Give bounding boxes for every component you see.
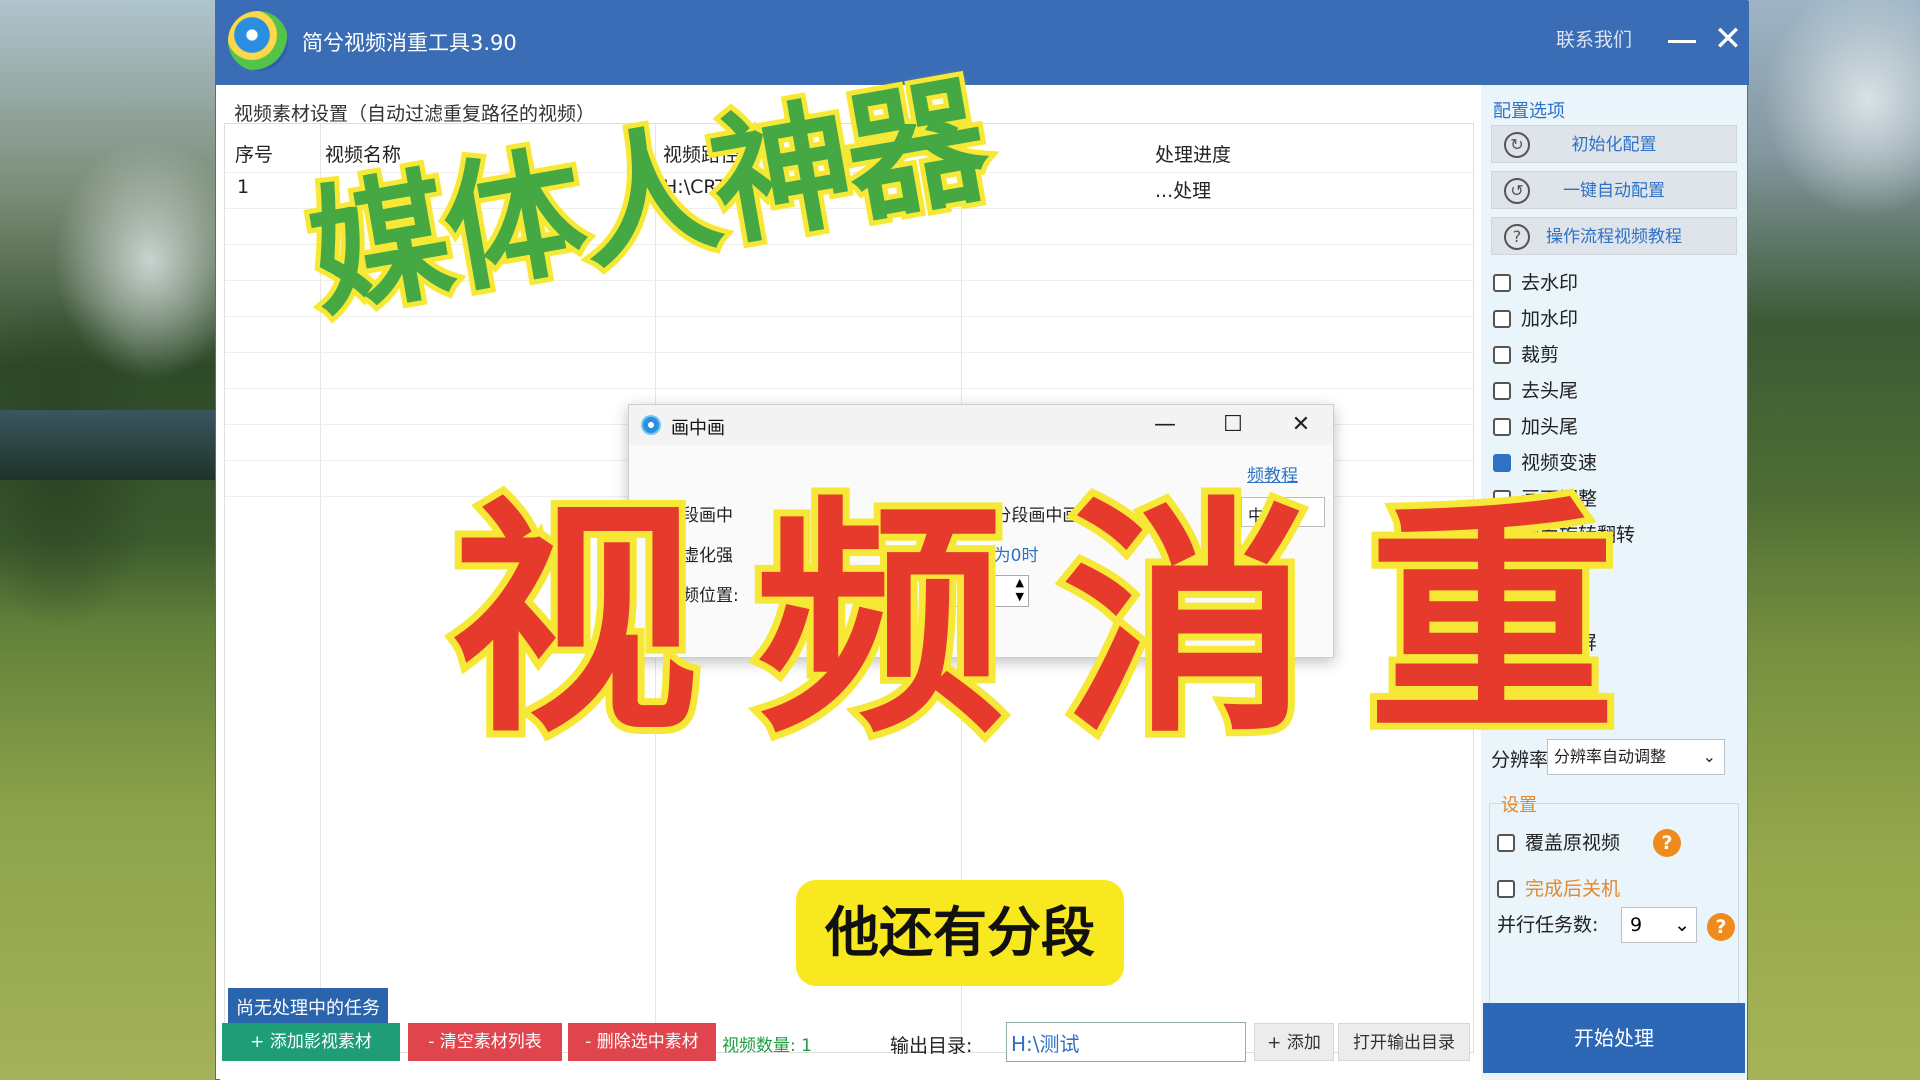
- app-title: 简兮视频消重工具3.90: [302, 31, 517, 55]
- overwrite-checkbox[interactable]: 覆盖原视频: [1497, 829, 1620, 857]
- open-output-button[interactable]: 打开输出目录: [1338, 1023, 1470, 1061]
- background-left-landscape: [0, 0, 215, 1080]
- option-remove-watermark[interactable]: 去水印: [1493, 269, 1578, 297]
- app-logo-icon: [228, 11, 288, 71]
- task-status-badge: 尚无处理中的任务: [228, 988, 388, 1026]
- parallel-select[interactable]: 9 ⌄: [1621, 907, 1697, 943]
- overlay-headline-2: 视频消重: [443, 471, 1674, 773]
- reset-icon: ↻: [1504, 132, 1530, 158]
- checkbox-icon[interactable]: [1493, 382, 1511, 400]
- help-icon[interactable]: ?: [1707, 913, 1735, 941]
- config-title: 配置选项: [1493, 101, 1565, 122]
- init-config-button[interactable]: ↻ 初始化配置: [1491, 125, 1737, 163]
- start-button[interactable]: 开始处理: [1483, 1003, 1745, 1073]
- minimize-icon[interactable]: [1662, 21, 1702, 61]
- checkbox-icon[interactable]: [1497, 834, 1515, 852]
- row-index[interactable]: 1: [237, 176, 249, 198]
- column-header-progress[interactable]: 处理进度: [1155, 140, 1231, 167]
- row-divider: [225, 352, 1475, 353]
- auto-config-button[interactable]: ↺ 一键自动配置: [1491, 171, 1737, 209]
- history-icon: ↺: [1504, 178, 1530, 204]
- background-right-landscape: [1748, 0, 1920, 1080]
- output-dir-input[interactable]: [1006, 1022, 1246, 1062]
- settings-title: 设置: [1501, 795, 1537, 816]
- shutdown-checkbox[interactable]: 完成后关机: [1497, 875, 1620, 903]
- title-bar: 简兮视频消重工具3.90 联系我们 ✕: [216, 1, 1749, 85]
- option-crop[interactable]: 裁剪: [1493, 341, 1559, 369]
- option-add-watermark[interactable]: 加水印: [1493, 305, 1578, 333]
- option-trim[interactable]: 去头尾: [1493, 377, 1578, 405]
- auto-config-label: 一键自动配置: [1563, 181, 1665, 201]
- column-header-index[interactable]: 序号: [235, 140, 273, 167]
- row-progress[interactable]: ...处理: [1155, 176, 1211, 203]
- question-icon: ?: [1504, 224, 1530, 250]
- delete-selected-button[interactable]: - 删除选中素材: [568, 1023, 716, 1061]
- chevron-down-icon: ⌄: [1702, 747, 1716, 766]
- row-divider: [225, 388, 1475, 389]
- video-count: 视频数量: 1: [722, 1036, 812, 1056]
- overlay-caption: 他还有分段: [796, 880, 1124, 986]
- add-material-button[interactable]: + 添加影视素材: [222, 1023, 400, 1061]
- tutorial-label: 操作流程视频教程: [1546, 227, 1682, 247]
- background-lake: [0, 410, 215, 480]
- init-config-label: 初始化配置: [1571, 135, 1657, 155]
- chevron-down-icon: ⌄: [1674, 914, 1690, 936]
- add-output-button[interactable]: + 添加: [1254, 1023, 1334, 1061]
- checkbox-icon[interactable]: [1493, 346, 1511, 364]
- contact-us-link[interactable]: 联系我们: [1556, 25, 1632, 52]
- help-icon[interactable]: ?: [1653, 829, 1681, 857]
- checkbox-icon[interactable]: [1497, 880, 1515, 898]
- checkbox-icon[interactable]: [1493, 310, 1511, 328]
- close-icon[interactable]: ✕: [1706, 17, 1750, 61]
- output-dir-label: 输出目录:: [890, 1035, 973, 1057]
- checkbox-icon[interactable]: [1493, 274, 1511, 292]
- parallel-label: 并行任务数:: [1497, 914, 1599, 936]
- clear-list-button[interactable]: - 清空素材列表: [408, 1023, 562, 1061]
- tutorial-button[interactable]: ? 操作流程视频教程: [1491, 217, 1737, 255]
